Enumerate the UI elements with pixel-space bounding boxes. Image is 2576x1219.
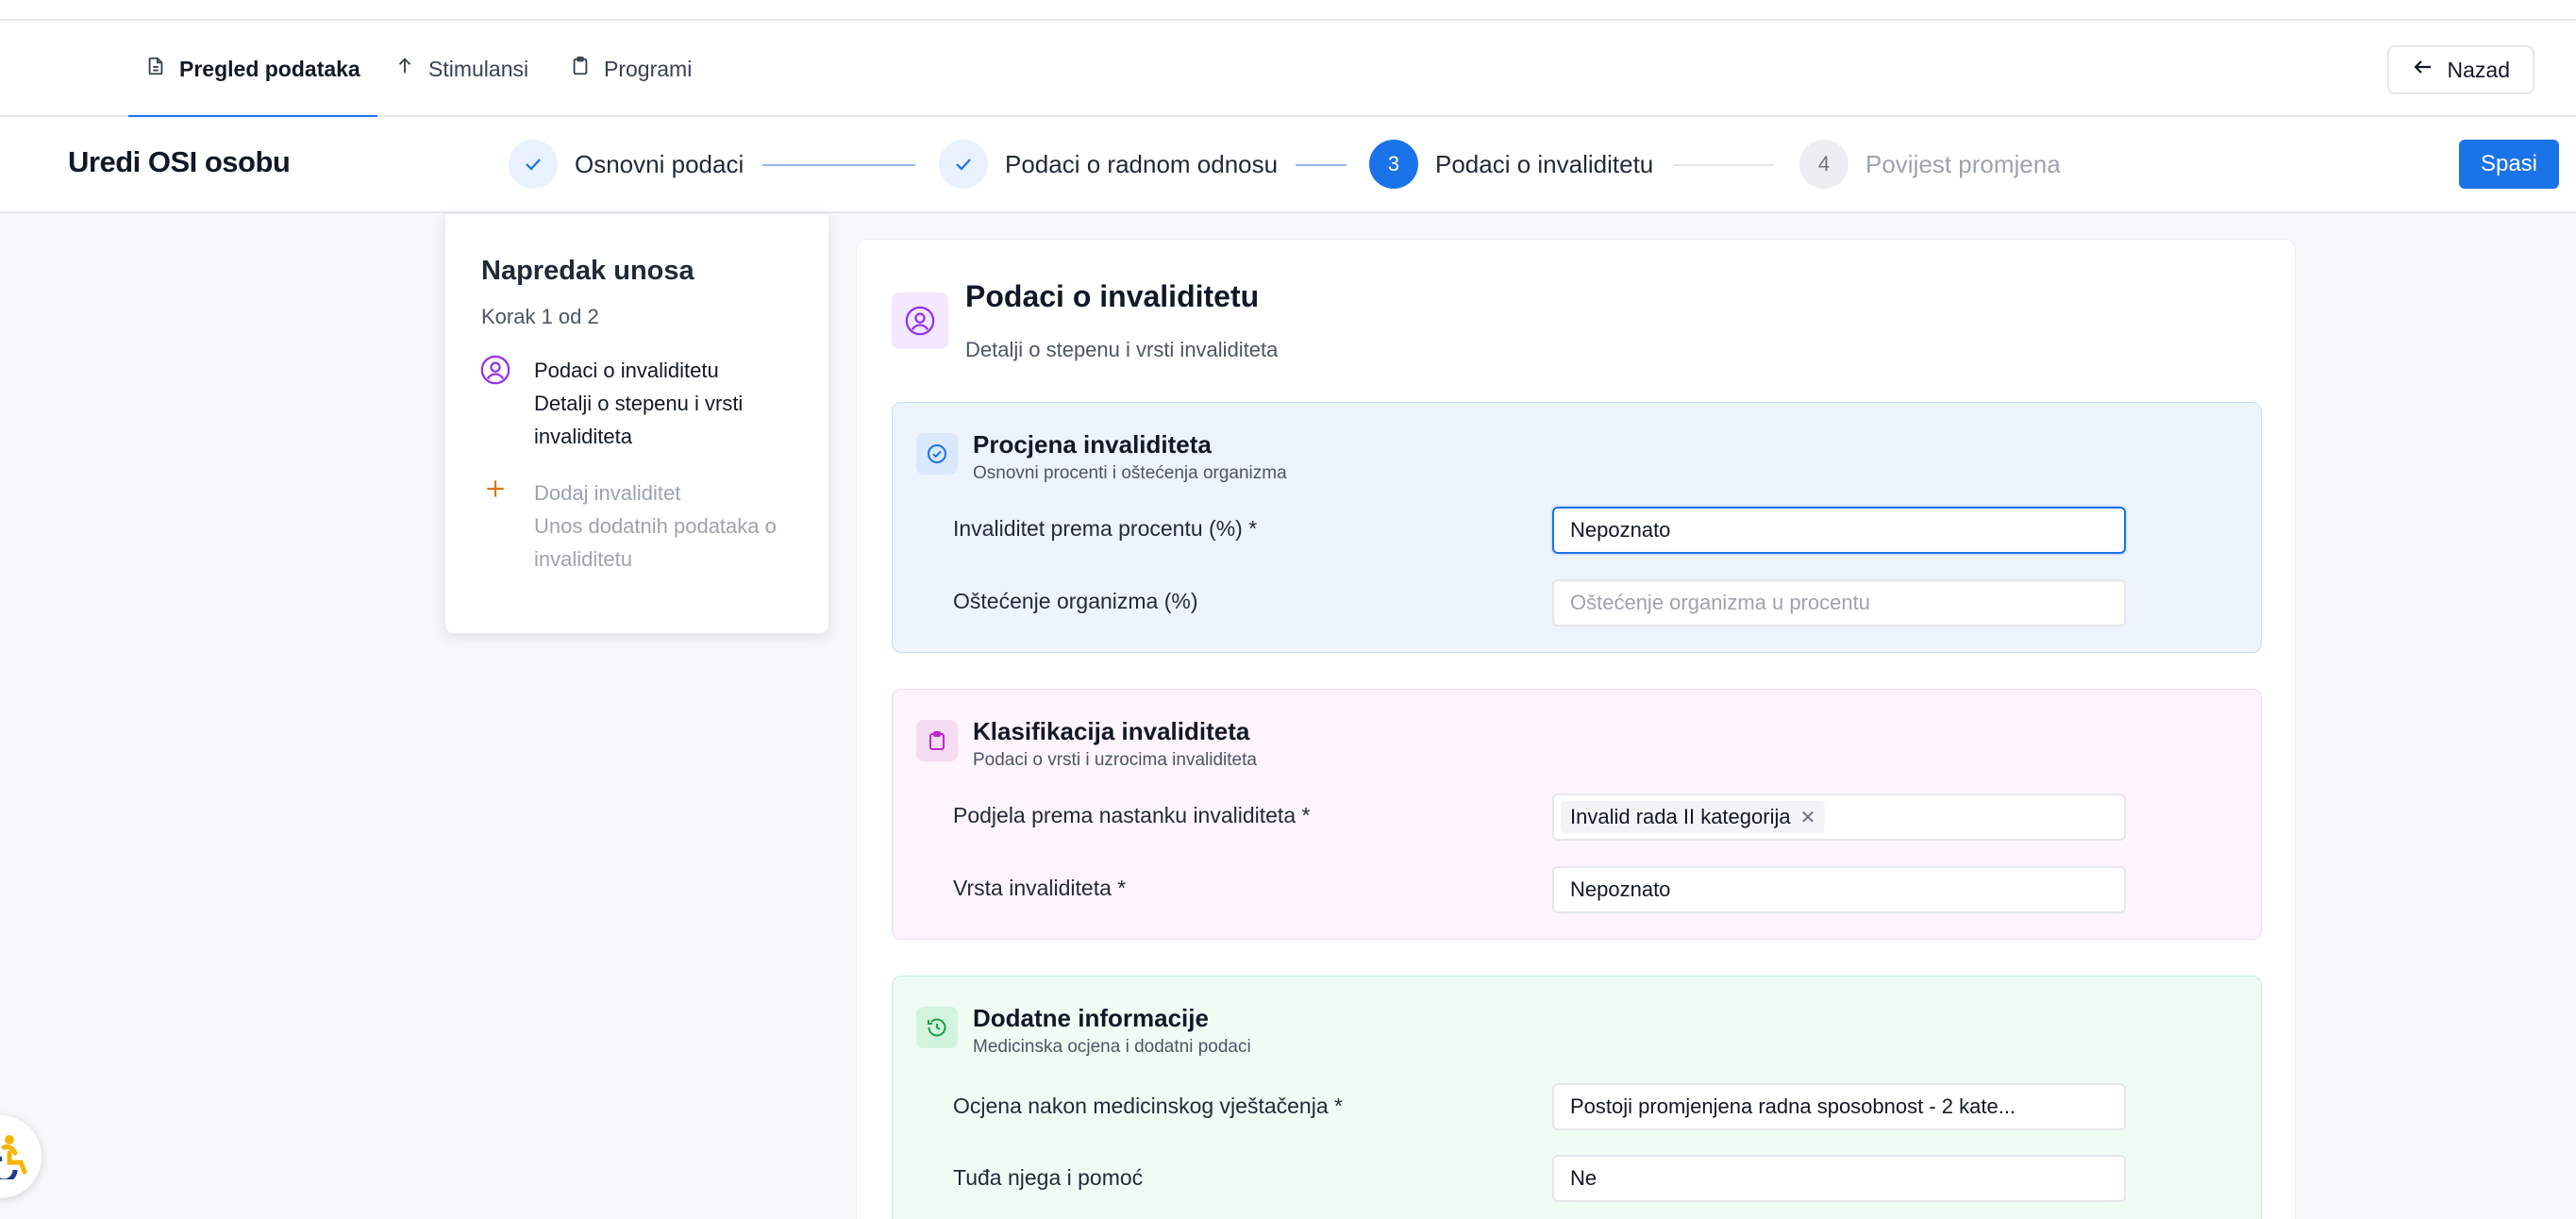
field-label: Oštećenje organizma (%)	[953, 589, 1198, 613]
page-title: Uredi OSI osobu	[68, 145, 291, 178]
arrow-up-icon	[394, 56, 415, 82]
section-subtitle: Osnovni procenti i oštećenja organizma	[973, 463, 1287, 483]
main-subtitle: Detalji o stepenu i vrsti invaliditeta	[965, 338, 1279, 361]
tab-label: Programi	[604, 56, 693, 81]
check-circle-icon	[916, 433, 958, 475]
back-label: Nazad	[2447, 57, 2510, 82]
section-title: Dodatne informacije	[973, 1004, 1209, 1032]
back-button[interactable]: Nazad	[2386, 45, 2534, 94]
field-label: Podjela prema nastanku invaliditeta *	[953, 803, 1311, 827]
top-strip	[0, 0, 2576, 21]
close-icon[interactable]: ✕	[1800, 806, 1816, 829]
arrow-left-icon	[2412, 56, 2434, 84]
tudja-njega-select[interactable]: Ne	[1552, 1155, 2126, 1202]
step-connector	[1673, 164, 1775, 166]
field-label: Tuđa njega i pomoć	[953, 1165, 1144, 1190]
step-connector	[762, 164, 915, 166]
plus-icon	[479, 476, 511, 576]
progress-item-title: Podaci o invaliditetu	[534, 359, 719, 382]
step-connector	[1296, 164, 1347, 166]
selected-chip[interactable]: Invalid rada II kategorija ✕	[1561, 801, 1826, 833]
step-osnovni-podaci[interactable]: Osnovni podaci	[509, 140, 744, 189]
user-circle-icon	[892, 292, 948, 349]
field-label: Ocjena nakon medicinskog vještačenja *	[953, 1094, 1343, 1118]
section-procjena: Procjena invaliditeta Osnovni procenti i…	[892, 402, 2262, 653]
section-dodatne: Dodatne informacije Medicinska ocjena i …	[892, 976, 2262, 1219]
progress-item-invaliditet[interactable]: Podaci o invaliditetu Detalji o stepenu …	[479, 354, 808, 453]
accessibility-button[interactable]	[0, 1115, 42, 1198]
section-subtitle: Podaci o vrsti i uzrocima invaliditeta	[973, 750, 1257, 770]
progress-step-text: Korak 1 od 2	[481, 305, 599, 328]
section-klasifikacija: Klasifikacija invaliditeta Podaci o vrst…	[892, 689, 2262, 940]
tab-programi[interactable]: Programi	[553, 21, 709, 117]
section-subtitle: Medicinska ocjena i dodatni podaci	[973, 1037, 1251, 1057]
stepper-bar: Uredi OSI osobu Osnovni podaci Podaci o …	[0, 117, 2576, 213]
step-label: Podaci o invaliditetu	[1435, 149, 1654, 178]
check-icon	[509, 140, 558, 189]
step-radni-odnos[interactable]: Podaci o radnom odnosu	[939, 140, 1278, 189]
tab-label: Stimulansi	[428, 56, 529, 81]
ocjena-vjestacenja-select[interactable]: Postoji promjenjena radna sposobnost - 2…	[1552, 1083, 2126, 1130]
podjela-multiselect[interactable]: Invalid rada II kategorija ✕	[1552, 793, 2126, 841]
ostecenje-organizma-input[interactable]: Oštećenje organizma u procentu	[1552, 579, 2126, 626]
progress-card: Napredak unosa Korak 1 od 2 Podaci o inv…	[444, 213, 829, 634]
tab-pregled-podataka[interactable]: Pregled podataka	[128, 21, 377, 119]
progress-item-desc: Detalji o stepenu i vrsti invaliditeta	[534, 392, 744, 448]
invaliditet-procent-select[interactable]: Nepoznato	[1552, 507, 2126, 554]
progress-item-desc: Unos dodatnih podataka o invaliditetu	[534, 514, 777, 571]
tabs-bar: Pregled podataka Stimulansi Programi Naz…	[0, 21, 2576, 119]
tab-label: Pregled podataka	[179, 56, 360, 81]
step-invaliditet[interactable]: 3 Podaci o invaliditetu	[1369, 140, 1653, 189]
document-icon	[145, 56, 166, 82]
field-label: Vrsta invaliditeta *	[953, 876, 1127, 900]
user-circle-icon	[479, 354, 511, 453]
check-icon	[939, 140, 988, 189]
progress-item-title: Dodaj invaliditet	[534, 481, 681, 505]
main-card: Podaci o invaliditetu Detalji o stepenu …	[856, 239, 2296, 1219]
step-label: Povijest promjena	[1865, 149, 2061, 178]
field-label: Invaliditet prema procentu (%) *	[953, 516, 1258, 541]
history-icon	[916, 1007, 958, 1048]
progress-item-dodaj[interactable]: Dodaj invaliditet Unos dodatnih podataka…	[479, 476, 808, 576]
vrsta-invaliditeta-select[interactable]: Nepoznato	[1552, 866, 2126, 913]
step-label: Podaci o radnom odnosu	[1005, 149, 1279, 178]
clipboard-icon	[570, 56, 591, 82]
progress-title: Napredak unosa	[481, 256, 694, 286]
section-title: Procjena invaliditeta	[973, 430, 1212, 459]
step-number: 3	[1369, 140, 1418, 189]
clipboard-icon	[916, 720, 958, 761]
section-title: Klasifikacija invaliditeta	[973, 717, 1250, 745]
step-label: Osnovni podaci	[575, 149, 744, 178]
accessibility-icon	[0, 1135, 27, 1179]
chip-label: Invalid rada II kategorija	[1570, 805, 1791, 828]
step-povijest[interactable]: 4 Povijest promjena	[1799, 140, 2061, 189]
main-title: Podaci o invaliditetu	[965, 279, 1260, 313]
save-button[interactable]: Spasi	[2459, 140, 2559, 189]
tab-stimulansi[interactable]: Stimulansi	[377, 21, 545, 117]
step-number: 4	[1799, 140, 1848, 189]
